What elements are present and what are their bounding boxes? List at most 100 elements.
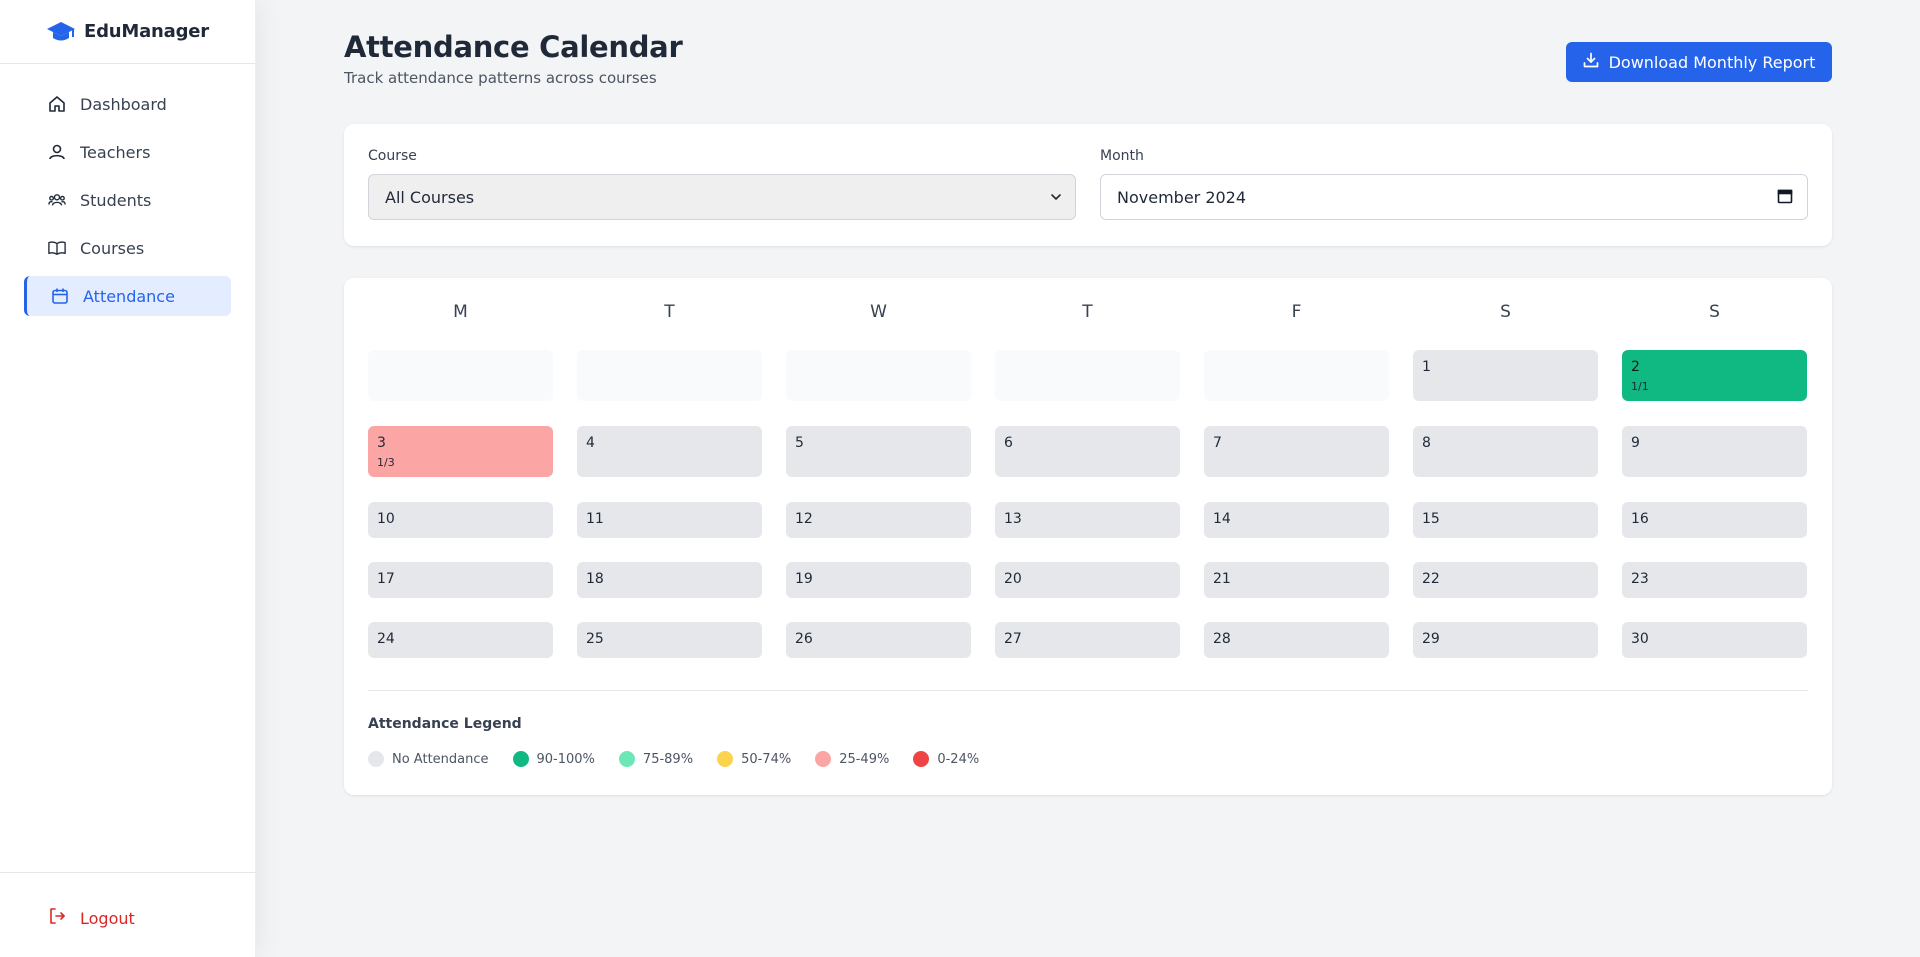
calendar-day[interactable]: 12 (786, 502, 971, 538)
day-number: 1 (1422, 359, 1431, 375)
day-number: 6 (1004, 435, 1013, 451)
sidebar-item-students[interactable]: Students (24, 180, 231, 220)
calendar-day[interactable]: 2 1/1 (1622, 350, 1807, 401)
calendar-empty-cell (368, 350, 553, 401)
calendar-day[interactable]: 16 (1622, 502, 1807, 538)
calendar-icon (51, 287, 69, 305)
download-icon (1583, 52, 1599, 72)
course-select-value: All Courses (385, 187, 475, 207)
calendar-day[interactable]: 24 (368, 622, 553, 658)
sidebar-item-attendance[interactable]: Attendance (24, 276, 231, 316)
weekday-label: F (1291, 302, 1302, 322)
calendar-day[interactable]: 23 (1622, 562, 1807, 598)
sidebar-item-label: Attendance (83, 286, 175, 306)
download-report-button[interactable]: Download Monthly Report (1566, 42, 1832, 82)
legend-item: 25-49% (815, 751, 889, 767)
day-number: 22 (1422, 571, 1440, 587)
book-icon (48, 239, 66, 257)
users-icon (48, 191, 66, 209)
calendar-day[interactable]: 27 (995, 622, 1180, 658)
legend-item: 90-100% (512, 751, 595, 767)
calendar-day[interactable]: 28 (1204, 622, 1389, 658)
calendar-empty-cell (786, 350, 971, 401)
day-number: 12 (795, 511, 813, 527)
legend-swatch (913, 751, 930, 767)
calendar-day[interactable]: 9 (1622, 426, 1807, 477)
weekday-label: S (1709, 302, 1720, 322)
calendar-day[interactable]: 26 (786, 622, 971, 658)
legend-swatch (368, 751, 384, 767)
calendar-day[interactable]: 18 (577, 562, 762, 598)
download-label: Download Monthly Report (1608, 52, 1816, 72)
calendar-day[interactable]: 1 (1413, 350, 1598, 401)
sidebar-item-label: Teachers (80, 142, 151, 162)
calendar-day[interactable]: 10 (368, 502, 553, 538)
calendar-day[interactable]: 7 (1204, 426, 1389, 477)
logout-button[interactable]: Logout (48, 907, 135, 929)
calendar-day[interactable]: 11 (577, 502, 762, 538)
day-number: 13 (1004, 511, 1022, 527)
legend-label: 25-49% (839, 751, 890, 767)
sidebar-item-dashboard[interactable]: Dashboard (24, 84, 231, 124)
calendar-card: M T W T F S S 1 2 1/1 3 1/3 4 5 6 7 8 9 10… (344, 278, 1832, 795)
month-input[interactable]: November 2024 (1100, 174, 1808, 220)
calendar-day[interactable]: 4 (577, 426, 762, 477)
calendar-day[interactable]: 19 (786, 562, 971, 598)
legend-label: 90-100% (536, 751, 595, 767)
calendar-day[interactable]: 20 (995, 562, 1180, 598)
page-title: Attendance Calendar (344, 30, 683, 64)
legend-item: 50-74% (717, 751, 791, 767)
day-number: 23 (1631, 571, 1649, 587)
day-number: 27 (1004, 631, 1022, 647)
page-subtitle: Track attendance patterns across courses (344, 69, 657, 87)
weekday-label: S (1500, 302, 1511, 322)
sidebar-item-teachers[interactable]: Teachers (24, 132, 231, 172)
weekday-label: T (664, 302, 675, 322)
calendar-day[interactable]: 14 (1204, 502, 1389, 538)
home-icon (48, 95, 66, 113)
brand[interactable]: EduManager (0, 0, 255, 64)
calendar-day[interactable]: 6 (995, 426, 1180, 477)
calendar-day[interactable]: 22 (1413, 562, 1598, 598)
sidebar: EduManager Dashboard Teachers Students C… (0, 0, 256, 957)
calendar-day[interactable]: 3 1/3 (368, 426, 553, 477)
calendar-day[interactable]: 17 (368, 562, 553, 598)
legend-swatch (512, 751, 529, 767)
day-number: 3 (377, 435, 386, 451)
graduation-cap-icon (46, 21, 76, 43)
brand-name: EduManager (84, 21, 209, 42)
calendar-day[interactable]: 5 (786, 426, 971, 477)
calendar-day[interactable]: 13 (995, 502, 1180, 538)
day-number: 17 (377, 571, 395, 587)
calendar-picker-icon[interactable] (1777, 188, 1793, 208)
calendar-empty-cell (995, 350, 1180, 401)
calendar-day[interactable]: 29 (1413, 622, 1598, 658)
sidebar-item-courses[interactable]: Courses (24, 228, 231, 268)
calendar-day[interactable]: 30 (1622, 622, 1807, 658)
legend-title: Attendance Legend (368, 716, 522, 732)
calendar-day[interactable]: 8 (1413, 426, 1598, 477)
attendance-legend: No Attendance 90-100% 75-89% 50-74% 25-4… (368, 751, 1003, 767)
legend-item: 75-89% (618, 751, 693, 767)
course-select[interactable]: All Courses (368, 174, 1076, 220)
day-number: 21 (1213, 571, 1231, 587)
month-field: Month November 2024 (1100, 148, 1808, 220)
day-number: 9 (1631, 435, 1640, 451)
calendar-day[interactable]: 25 (577, 622, 762, 658)
day-number: 18 (586, 571, 604, 587)
calendar-day[interactable]: 21 (1204, 562, 1389, 598)
calendar-day[interactable]: 15 (1413, 502, 1598, 538)
day-number: 8 (1422, 435, 1431, 451)
weekday-header: M T W T F S S (368, 302, 1808, 332)
calendar-empty-cell (1204, 350, 1389, 401)
month-input-value: November 2024 (1117, 187, 1247, 207)
legend-swatch (717, 751, 734, 767)
chevron-down-icon (1049, 189, 1063, 208)
day-number: 4 (586, 435, 595, 451)
sidebar-item-label: Students (80, 190, 152, 210)
attendance-ratio: 1/1 (1631, 380, 1649, 393)
day-number: 29 (1422, 631, 1440, 647)
legend-swatch (815, 751, 832, 767)
user-icon (48, 143, 66, 161)
legend-item: No Attendance (368, 751, 489, 767)
